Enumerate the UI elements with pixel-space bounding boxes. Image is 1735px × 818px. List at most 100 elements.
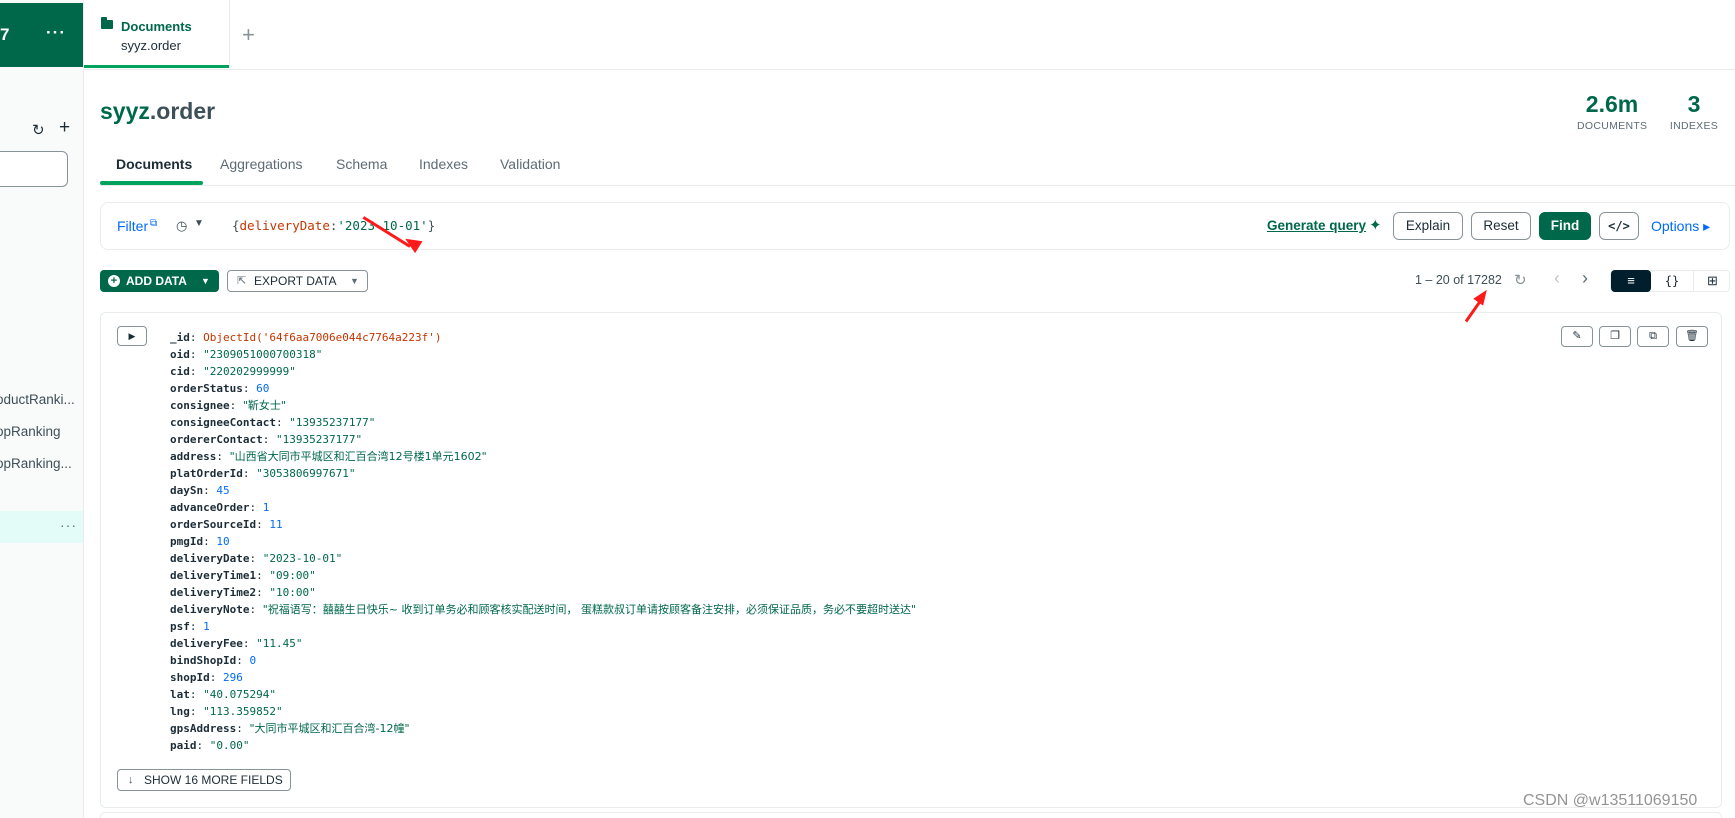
code-icon[interactable]: </> xyxy=(1599,212,1639,240)
field-key: deliveryNote xyxy=(170,603,250,616)
field-separator: : xyxy=(256,518,270,531)
document-field-row[interactable]: bindShopId: 0 xyxy=(170,652,916,669)
copy-icon[interactable]: ❐ xyxy=(1599,326,1631,347)
field-separator: : xyxy=(249,552,263,565)
export-data-button[interactable]: ⇱ EXPORT DATA ▼ xyxy=(227,270,368,292)
document-field-row[interactable]: deliveryDate: "2023-10-01" xyxy=(170,550,916,567)
document-field-row[interactable]: pmgId: 10 xyxy=(170,533,916,550)
tab-aggregations[interactable]: Aggregations xyxy=(220,156,303,172)
document-field-row[interactable]: platOrderId: "3053806997671" xyxy=(170,465,916,482)
field-value: "13935237177" xyxy=(289,416,376,429)
document-field-row[interactable]: ordererContact: "13935237177" xyxy=(170,431,916,448)
refresh-icon[interactable]: ↻ xyxy=(32,121,45,139)
add-database-icon[interactable]: + xyxy=(59,117,70,139)
document-field-row[interactable]: deliveryFee: "11.45" xyxy=(170,635,916,652)
document-field-row[interactable]: lat: "40.075294" xyxy=(170,686,916,703)
field-key: oid xyxy=(170,348,190,361)
filter-label[interactable]: Filter xyxy=(117,218,148,234)
field-value: 296 xyxy=(223,671,243,684)
divider xyxy=(229,0,230,68)
trash-icon[interactable]: 🗑 xyxy=(1676,326,1708,347)
document-field-row[interactable]: cid: "220202999999" xyxy=(170,363,916,380)
plus-icon: + xyxy=(108,275,120,287)
edit-icon[interactable]: ✎ xyxy=(1561,326,1593,347)
document-field-row[interactable]: deliveryTime2: "10:00" xyxy=(170,584,916,601)
refresh-icon[interactable]: ↻ xyxy=(1514,271,1527,289)
connection-more-icon[interactable]: ··· xyxy=(46,23,66,43)
chevron-right-icon[interactable]: › xyxy=(1582,268,1588,289)
field-separator: : xyxy=(275,416,290,429)
collection-name: .order xyxy=(149,98,216,124)
options-toggle[interactable]: Options ▸ xyxy=(1651,218,1710,235)
field-value: 60 xyxy=(256,382,270,395)
list-view-icon[interactable]: ≡ xyxy=(1611,270,1651,292)
document-field-row[interactable]: paid: "0.00" xyxy=(170,737,916,754)
reset-button[interactable]: Reset xyxy=(1471,212,1531,240)
sidebar-item-collection[interactable]: opRanking xyxy=(0,416,83,448)
field-value: "0.00" xyxy=(209,739,250,752)
tab-documents[interactable]: Documents syyz.order xyxy=(84,0,229,68)
tab-validation[interactable]: Validation xyxy=(500,156,560,172)
tab-indexes[interactable]: Indexes xyxy=(419,156,468,172)
find-button[interactable]: Find xyxy=(1539,212,1591,240)
add-tab-icon[interactable]: + xyxy=(242,22,255,48)
sidebar-item-collection[interactable]: oductRanki... xyxy=(0,384,83,416)
field-key: platOrderId xyxy=(170,467,243,480)
json-view-icon[interactable]: {} xyxy=(1653,271,1691,291)
document-field-row[interactable]: oid: "2309051000700318" xyxy=(170,346,916,363)
document-field-row[interactable]: daySn: 45 xyxy=(170,482,916,499)
document-field-row[interactable]: deliveryTime1: "09:00" xyxy=(170,567,916,584)
sidebar-search-input[interactable] xyxy=(0,151,68,187)
tab-documents[interactable]: Documents xyxy=(116,156,192,172)
document-field-row[interactable]: _id: ObjectId('64f6aa7006e044c7764a223f'… xyxy=(170,329,916,346)
arrow-down-icon: ↓ xyxy=(128,774,134,786)
generate-query-link[interactable]: Generate query xyxy=(1267,218,1366,233)
document-field-row[interactable]: orderStatus: 60 xyxy=(170,380,916,397)
document-field-row[interactable]: orderSourceId: 11 xyxy=(170,516,916,533)
field-value: ObjectId('64f6aa7006e044c7764a223f') xyxy=(203,331,442,344)
document-field-row[interactable]: deliveryNote: "祝福语写：囍囍生日快乐~ 收到订单务必和顾客核实配… xyxy=(170,601,916,618)
expand-document-button[interactable]: ▶ xyxy=(117,326,147,346)
field-key: consignee xyxy=(170,399,230,412)
table-view-icon[interactable]: ⊞ xyxy=(1693,271,1731,291)
documents-stat: 2.6m DOCUMENTS xyxy=(1577,90,1647,132)
sidebar: 7 ··· ↻ + oductRanki... opRanking opRank… xyxy=(0,0,84,818)
external-link-icon[interactable]: ⧉ xyxy=(150,218,157,229)
sidebar-item-collection[interactable]: opRanking... xyxy=(0,448,83,480)
field-separator: : xyxy=(229,399,243,412)
field-separator: : xyxy=(189,688,204,701)
document-field-row[interactable]: psf: 1 xyxy=(170,618,916,635)
connection-label: 7 xyxy=(0,25,10,44)
more-icon[interactable]: ··· xyxy=(60,517,77,533)
tab-schema[interactable]: Schema xyxy=(336,156,387,172)
field-key: orderStatus xyxy=(170,382,243,395)
explain-button[interactable]: Explain xyxy=(1393,212,1463,240)
clone-icon[interactable]: ⧉ xyxy=(1637,326,1669,347)
add-data-button[interactable]: + ADD DATA ▼ xyxy=(100,270,219,292)
field-key: daySn xyxy=(170,484,204,497)
document-field-row[interactable]: address: "山西省大同市平城区和汇百合湾12号楼1单元1602" xyxy=(170,448,916,465)
document-field-row[interactable]: consigneeContact: "13935237177" xyxy=(170,414,916,431)
document-field-row[interactable]: shopId: 296 xyxy=(170,669,916,686)
database-name[interactable]: syyz xyxy=(100,98,150,124)
show-more-fields-button[interactable]: ↓ SHOW 16 MORE FIELDS xyxy=(117,769,291,791)
document-field-row[interactable]: consignee: "靳女士" xyxy=(170,397,916,414)
query-history-icon[interactable]: ◷ xyxy=(176,218,187,234)
filter-input[interactable]: {deliveryDate:'2023-10-01'} xyxy=(232,218,435,233)
field-key: deliveryTime1 xyxy=(170,569,257,582)
chevron-down-icon[interactable]: ▼ xyxy=(194,218,204,229)
field-value: 11 xyxy=(269,518,283,531)
field-key: deliveryTime2 xyxy=(170,586,257,599)
field-value: "大同市平城区和汇百合湾-12幢" xyxy=(249,722,410,735)
document-field-row[interactable]: advanceOrder: 1 xyxy=(170,499,916,516)
sidebar-item-active[interactable]: ··· xyxy=(0,511,83,543)
document-field-row[interactable]: lng: "113.359852" xyxy=(170,703,916,720)
field-key: address xyxy=(170,450,217,463)
workspace-tab-bar: Documents syyz.order + xyxy=(84,0,1735,70)
field-key: cid xyxy=(170,365,190,378)
document-field-row[interactable]: gpsAddress: "大同市平城区和汇百合湾-12幢" xyxy=(170,720,916,737)
connection-header[interactable]: 7 ··· xyxy=(0,3,83,67)
chevron-left-icon[interactable]: ‹ xyxy=(1554,268,1560,289)
field-value: 1 xyxy=(262,501,270,514)
chevron-down-icon: ▼ xyxy=(201,276,210,286)
